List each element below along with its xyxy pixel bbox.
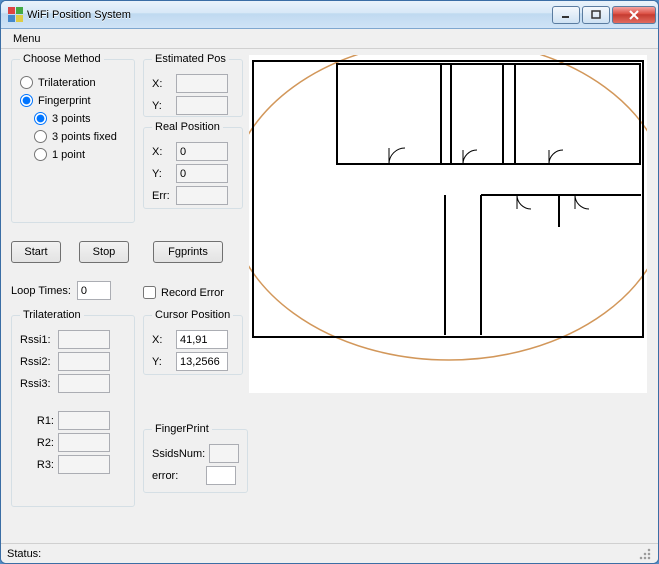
rssi3-value[interactable] <box>58 374 110 393</box>
titlebar: WiFi Position System <box>1 1 658 29</box>
rssi2-value[interactable] <box>58 352 110 371</box>
radio-fingerprint[interactable] <box>20 94 33 107</box>
choose-method-legend: Choose Method <box>20 53 104 65</box>
fingerprint-legend: FingerPrint <box>152 423 212 435</box>
start-button[interactable]: Start <box>11 241 61 263</box>
radio-trilateration[interactable] <box>20 76 33 89</box>
cursor-pos-group: Cursor Position X: Y: <box>143 309 243 375</box>
real-err-value[interactable] <box>176 186 228 205</box>
cursor-y-label: Y: <box>152 356 172 368</box>
real-err-label: Err: <box>152 190 172 202</box>
est-x-label: X: <box>152 78 172 90</box>
real-x-value[interactable] <box>176 142 228 161</box>
r1-value[interactable] <box>58 411 110 430</box>
fgprints-button[interactable]: Fgprints <box>153 241 223 263</box>
radio-trilateration-label: Trilateration <box>38 77 96 89</box>
radio-3points-fixed-label: 3 points fixed <box>52 131 117 143</box>
rssi2-label: Rssi2: <box>20 356 54 368</box>
r2-value[interactable] <box>58 433 110 452</box>
trilateration-legend: Trilateration <box>20 309 84 321</box>
fp-error-label: error: <box>152 470 202 482</box>
radio-fingerprint-label: Fingerprint <box>38 95 91 107</box>
stop-button[interactable]: Stop <box>79 241 129 263</box>
status-label: Status: <box>7 548 41 560</box>
radio-3points-fixed[interactable] <box>34 130 47 143</box>
loop-times-value[interactable] <box>77 281 111 300</box>
cursor-pos-legend: Cursor Position <box>152 309 233 321</box>
close-button[interactable] <box>612 6 656 24</box>
real-x-label: X: <box>152 146 172 158</box>
est-y-value[interactable] <box>176 96 228 115</box>
resize-grip-icon[interactable] <box>638 547 652 561</box>
app-window: WiFi Position System Menu Choose Method … <box>0 0 659 564</box>
r2-label: R2: <box>20 437 54 449</box>
choose-method-group: Choose Method Trilateration Fingerprint … <box>11 53 135 223</box>
menu-item-menu[interactable]: Menu <box>7 31 47 47</box>
cursor-x-label: X: <box>152 334 172 346</box>
real-pos-legend: Real Position <box>152 121 223 133</box>
loop-times-label: Loop Times: <box>11 285 71 297</box>
record-error-label: Record Error <box>161 287 224 299</box>
trilateration-group: Trilateration Rssi1: Rssi2: Rssi3: R1: R… <box>11 309 135 507</box>
est-y-label: Y: <box>152 100 172 112</box>
ssidsnum-value[interactable] <box>209 444 239 463</box>
maximize-button[interactable] <box>582 6 610 24</box>
rssi1-label: Rssi1: <box>20 334 54 346</box>
radio-3points[interactable] <box>34 112 47 125</box>
radio-3points-label: 3 points <box>52 113 91 125</box>
est-x-value[interactable] <box>176 74 228 93</box>
r3-value[interactable] <box>58 455 110 474</box>
radio-1point[interactable] <box>34 148 47 161</box>
real-pos-group: Real Position X: Y: Err: <box>143 121 243 209</box>
r3-label: R3: <box>20 459 54 471</box>
real-y-value[interactable] <box>176 164 228 183</box>
cursor-y-value[interactable] <box>176 352 228 371</box>
menubar: Menu <box>1 29 658 49</box>
real-y-label: Y: <box>152 168 172 180</box>
radio-1point-label: 1 point <box>52 149 85 161</box>
estimated-pos-group: Estimated Pos X: Y: <box>143 53 243 117</box>
statusbar: Status: <box>1 543 658 563</box>
fp-error-value[interactable] <box>206 466 236 485</box>
window-buttons <box>552 6 656 24</box>
floor-plan[interactable] <box>249 55 647 393</box>
app-icon <box>7 7 23 23</box>
record-error-checkbox[interactable] <box>143 286 156 299</box>
window-title: WiFi Position System <box>27 9 552 21</box>
client-area: Choose Method Trilateration Fingerprint … <box>1 49 658 543</box>
minimize-button[interactable] <box>552 6 580 24</box>
fingerprint-group: FingerPrint SsidsNum: error: <box>143 423 248 493</box>
ssidsnum-label: SsidsNum: <box>152 448 205 460</box>
cursor-x-value[interactable] <box>176 330 228 349</box>
r1-label: R1: <box>20 415 54 427</box>
rssi1-value[interactable] <box>58 330 110 349</box>
estimated-pos-legend: Estimated Pos <box>152 53 229 65</box>
floor-plan-svg <box>249 55 647 393</box>
rssi3-label: Rssi3: <box>20 378 54 390</box>
